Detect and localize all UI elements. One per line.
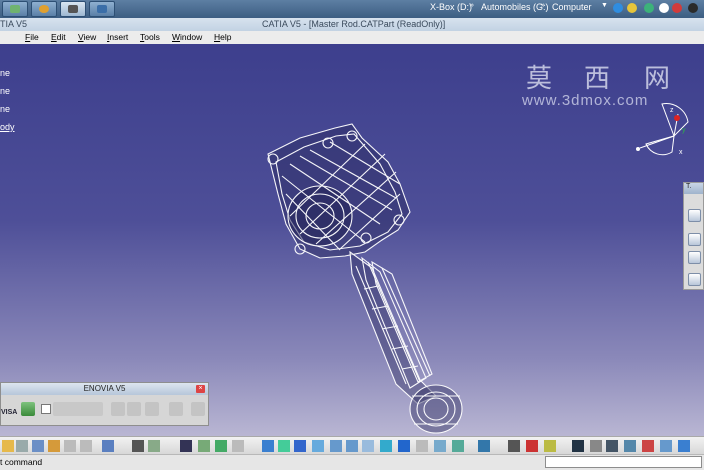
menu-file[interactable]: File	[25, 32, 39, 42]
hide-show-icon[interactable]	[434, 440, 446, 452]
copy-icon[interactable]	[32, 440, 44, 452]
status-message: t command	[0, 457, 43, 467]
enovia-logo: VISA	[1, 409, 18, 416]
cut-icon[interactable]	[16, 440, 28, 452]
close-icon[interactable]: ×	[196, 385, 205, 393]
axis-icon[interactable]	[590, 440, 602, 452]
toolbar-icon[interactable]	[526, 440, 538, 452]
dropdown-arrow-icon[interactable]: ▼	[601, 2, 608, 9]
enovia-tool-icon[interactable]	[191, 402, 205, 416]
paste-icon[interactable]	[48, 440, 60, 452]
fit-all-icon[interactable]	[278, 440, 290, 452]
table-icon[interactable]	[180, 440, 192, 452]
toolbar-icon[interactable]	[642, 440, 654, 452]
tray-app-icon[interactable]	[644, 3, 654, 13]
enovia-tool-icon[interactable]	[21, 402, 35, 416]
browser-icon	[39, 5, 49, 13]
app-1-icon	[10, 5, 20, 13]
enovia-tool-icon[interactable]	[145, 402, 159, 416]
connecting-rod-model[interactable]	[0, 44, 704, 436]
enovia-tool-icon[interactable]	[169, 402, 183, 416]
swap-space-icon[interactable]	[452, 440, 464, 452]
enovia-checkbox[interactable]	[41, 404, 51, 414]
view-icon[interactable]	[380, 440, 392, 452]
zoom-in-icon[interactable]	[330, 440, 342, 452]
toolbar-icon[interactable]	[544, 440, 556, 452]
enovia-title: ENOVIA V5	[1, 383, 208, 395]
redo-icon[interactable]	[80, 440, 92, 452]
compass-widget[interactable]: x y z	[632, 96, 692, 156]
tray-app-icon[interactable]	[688, 3, 698, 13]
toolbar-icon[interactable]	[478, 440, 490, 452]
measure-icon[interactable]	[508, 440, 520, 452]
tray-app-icon[interactable]	[627, 3, 637, 13]
floating-toolbar-title: T.	[684, 183, 703, 194]
zoom-out-icon[interactable]	[346, 440, 358, 452]
floating-toolbar: T.	[683, 182, 704, 290]
windows-taskbar: X-Box (D:) » Automobiles (G:) » Computer…	[0, 0, 704, 19]
app-title: TIA V5	[0, 19, 28, 29]
menu-help[interactable]: Help	[214, 32, 231, 42]
toolbar-icon[interactable]	[215, 440, 227, 452]
status-bar: t command	[0, 454, 704, 470]
save-icon	[97, 5, 107, 13]
toolbar-icon[interactable]	[198, 440, 210, 452]
compass-z-label: z	[670, 107, 674, 114]
enovia-tool-icon[interactable]	[127, 402, 141, 416]
rotate-icon[interactable]	[312, 440, 324, 452]
toolbar-tool-icon[interactable]	[688, 209, 701, 222]
tray-separator-icon: »	[470, 2, 474, 9]
document-title: CATIA V5 - [Master Rod.CATPart (ReadOnly…	[262, 19, 446, 29]
tray-computer-label[interactable]: Computer	[552, 2, 592, 12]
toolbar-tool-icon[interactable]	[688, 233, 701, 246]
formula-icon[interactable]	[132, 440, 144, 452]
compass-y-label: y	[682, 127, 686, 134]
tray-app-icon[interactable]	[672, 3, 682, 13]
app-3-icon	[68, 5, 78, 13]
fly-icon[interactable]	[262, 440, 274, 452]
3d-viewport[interactable]: ne ne ne ody 莫 西 网 www.3dmox.com x y z	[0, 44, 704, 436]
iso-view-icon[interactable]	[398, 440, 410, 452]
tray-separator-icon: »	[541, 2, 545, 9]
comment-icon[interactable]	[148, 440, 160, 452]
tray-drive-label[interactable]: X-Box (D:)	[430, 2, 472, 12]
toolbar-icon[interactable]	[678, 440, 690, 452]
toolbar-icon[interactable]	[572, 440, 584, 452]
toolbar-icon[interactable]	[624, 440, 636, 452]
pan-icon[interactable]	[294, 440, 306, 452]
toolbar-icon[interactable]	[660, 440, 672, 452]
menu-view[interactable]: View	[78, 32, 96, 42]
menu-edit[interactable]: Edit	[51, 32, 66, 42]
grid-icon[interactable]	[688, 251, 701, 264]
normal-view-icon[interactable]	[362, 440, 374, 452]
network-icon[interactable]	[613, 3, 623, 13]
toolbar-icon[interactable]	[2, 440, 14, 452]
tray-folder-label[interactable]: Automobiles (G:)	[481, 2, 549, 12]
enovia-tool-icon[interactable]	[111, 402, 125, 416]
menu-tools[interactable]: Tools	[140, 32, 160, 42]
menu-window[interactable]: Window	[172, 32, 202, 42]
window-titlebar: TIA V5 CATIA V5 - [Master Rod.CATPart (R…	[0, 18, 704, 31]
enovia-toolbar-panel: ENOVIA V5 × VISA	[0, 382, 209, 426]
toolbar-icon[interactable]	[232, 440, 244, 452]
menu-insert[interactable]: Insert	[107, 32, 128, 42]
standard-toolbar	[0, 436, 704, 455]
toolbar-tool-icon[interactable]	[688, 273, 701, 286]
taskbar-app-1-button[interactable]	[2, 1, 28, 17]
enovia-disabled-field	[53, 402, 103, 416]
tray-app-icon[interactable]	[659, 3, 669, 13]
taskbar-app-3-button[interactable]	[60, 1, 86, 17]
help-icon[interactable]	[102, 440, 114, 452]
undo-icon[interactable]	[64, 440, 76, 452]
taskbar-app-2-button[interactable]	[31, 1, 57, 17]
taskbar-app-4-button[interactable]	[89, 1, 115, 17]
compass-x-label: x	[679, 149, 683, 156]
command-input[interactable]	[545, 456, 702, 468]
menu-bar: File Edit View Insert Tools Window Help	[0, 31, 704, 45]
toolbar-icon[interactable]	[606, 440, 618, 452]
render-style-icon[interactable]	[416, 440, 428, 452]
